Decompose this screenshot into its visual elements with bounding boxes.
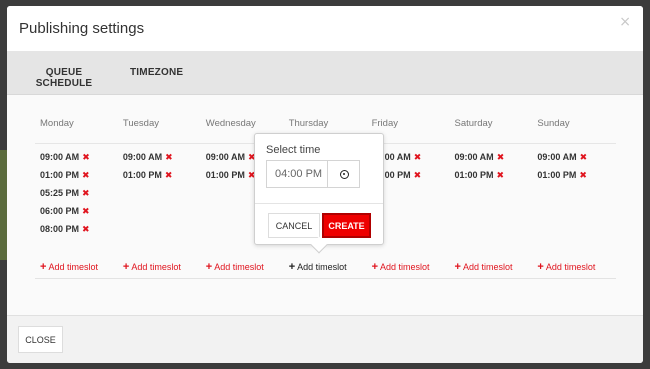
timeslot-list: 09:00 AM ✖ 01:00 PM ✖	[123, 152, 173, 188]
timeslot: 09:00 AM ✖	[40, 152, 90, 170]
add-timeslot-link[interactable]: + Add timeslot	[537, 261, 595, 273]
day-column: Monday 09:00 AM ✖ 01:00 PM ✖ 05:25 PM ✖ 06:00 P…	[35, 111, 117, 279]
clock-icon	[340, 170, 349, 179]
timeslot-list: 09:00 AM ✖ 01:00 PM ✖ 05:25 PM ✖ 06:00 PM ✖ 08:0…	[40, 152, 90, 242]
day-column: Sunday 09:00 AM ✖ 01:00 PM ✖ + Add timeslot	[532, 111, 614, 279]
modal-header: Publishing settings ×	[7, 6, 643, 51]
timeslot-time: 09:00 AM	[40, 152, 80, 162]
plus-icon: +	[454, 261, 461, 273]
plus-icon: +	[371, 261, 379, 273]
remove-timeslot-icon[interactable]: ✖	[497, 171, 505, 181]
remove-timeslot-icon[interactable]: ✖	[414, 153, 422, 163]
timeslot-time: 05:25 PM	[40, 188, 80, 198]
timeslot-time: 01:00 PM	[205, 170, 245, 180]
select-time-popover: Select time 04:00 PM CANCEL CREATE	[254, 133, 384, 254]
timeslot: 06:00 PM ✖	[40, 206, 90, 224]
remove-timeslot-icon[interactable]: ✖	[82, 225, 90, 235]
timeslot-list: 09:00 AM ✖ 01:00 PM ✖	[206, 152, 256, 188]
time-input[interactable]: 04:00 PM	[266, 160, 328, 188]
remove-timeslot-icon[interactable]: ✖	[165, 171, 173, 181]
timeslot: 09:00 AM ✖	[123, 152, 173, 170]
remove-timeslot-icon[interactable]: ✖	[82, 153, 90, 163]
plus-icon: +	[122, 261, 130, 273]
select-time-label: Select time	[266, 144, 321, 156]
day-name: Tuesday	[122, 118, 159, 129]
timeslot-time: 09:00 AM	[122, 152, 163, 162]
remove-timeslot-icon[interactable]: ✖	[579, 171, 587, 181]
timeslot-time: 01:00 PM	[40, 170, 80, 180]
timeslot: 09:00 AM ✖	[537, 152, 587, 170]
timeslot: 01:00 PM ✖	[537, 170, 587, 188]
timeslot: 01:00 PM ✖	[206, 170, 256, 188]
cancel-button[interactable]: CANCEL	[268, 213, 320, 238]
add-timeslot-link[interactable]: + Add timeslot	[206, 261, 264, 273]
timeslot: 01:00 PM ✖	[40, 170, 90, 188]
timeslot: 09:00 AM ✖	[206, 152, 256, 170]
timeslot: 01:00 PM ✖	[455, 170, 505, 188]
plus-icon: +	[288, 261, 296, 273]
add-timeslot-label: Add timeslot	[297, 262, 347, 272]
timeslot: 09:00 AM ✖	[455, 152, 505, 170]
timeslot-time: 01:00 PM	[122, 170, 162, 180]
add-timeslot-link[interactable]: + Add timeslot	[289, 261, 347, 273]
add-timeslot-label: Add timeslot	[131, 262, 181, 272]
modal-title: Publishing settings	[19, 20, 145, 37]
day-name: Monday	[40, 118, 74, 129]
remove-timeslot-icon[interactable]: ✖	[82, 171, 90, 181]
remove-timeslot-icon[interactable]: ✖	[580, 153, 588, 163]
timeslot-time: 06:00 PM	[40, 206, 80, 216]
add-timeslot-label: Add timeslot	[48, 262, 98, 272]
divider	[255, 203, 383, 204]
plus-icon: +	[40, 261, 47, 273]
modal-footer: CLOSE	[7, 315, 643, 363]
add-timeslot-label: Add timeslot	[545, 262, 596, 272]
plus-icon: +	[205, 261, 213, 273]
timeslot-time: 09:00 AM	[537, 152, 577, 162]
timeslot: 08:00 PM ✖	[40, 224, 90, 242]
add-timeslot-label: Add timeslot	[462, 262, 513, 272]
create-button[interactable]: CREATE	[322, 213, 371, 238]
timeslot: 01:00 PM ✖	[123, 170, 173, 188]
day-name: Thursday	[288, 118, 329, 129]
remove-timeslot-icon[interactable]: ✖	[82, 189, 90, 199]
timeslot-time: 01:00 PM	[454, 170, 494, 180]
timeslot-time: 08:00 PM	[40, 224, 80, 234]
add-timeslot-link[interactable]: + Add timeslot	[455, 261, 513, 273]
day-name: Friday	[371, 118, 398, 129]
remove-timeslot-icon[interactable]: ✖	[414, 171, 422, 181]
plus-icon: +	[537, 261, 544, 273]
close-icon[interactable]: ×	[619, 14, 631, 30]
day-name: Wednesday	[205, 118, 256, 129]
timeslot-time: 09:00 AM	[205, 152, 245, 162]
remove-timeslot-icon[interactable]: ✖	[82, 207, 90, 217]
publishing-settings-modal: Publishing settings × QUEUE SCHEDULE TIM…	[7, 6, 643, 363]
add-timeslot-link[interactable]: + Add timeslot	[40, 261, 98, 273]
tabs-bar: QUEUE SCHEDULE TIMEZONE	[7, 51, 643, 102]
tab-timezone[interactable]: TIMEZONE	[130, 67, 183, 78]
timeslot: 05:25 PM ✖	[40, 188, 90, 206]
close-button[interactable]: CLOSE	[18, 326, 63, 353]
clock-button[interactable]	[327, 160, 360, 188]
remove-timeslot-icon[interactable]: ✖	[165, 153, 173, 163]
timeslot-time: 09:00 AM	[454, 152, 494, 162]
add-timeslot-link[interactable]: + Add timeslot	[372, 261, 430, 273]
day-column: Tuesday 09:00 AM ✖ 01:00 PM ✖ + Add timeslot	[118, 111, 200, 279]
timeslot-list: 09:00 AM ✖ 01:00 PM ✖	[455, 152, 505, 188]
add-timeslot-label: Add timeslot	[214, 262, 264, 272]
add-timeslot-label: Add timeslot	[380, 262, 430, 272]
timeslot-list: 09:00 AM ✖ 01:00 PM ✖	[537, 152, 587, 188]
timeslot-time: 01:00 PM	[537, 170, 577, 180]
day-name: Sunday	[537, 118, 570, 129]
day-name: Saturday	[454, 118, 493, 129]
add-timeslot-link[interactable]: + Add timeslot	[123, 261, 181, 273]
remove-timeslot-icon[interactable]: ✖	[497, 153, 505, 163]
day-column: Saturday 09:00 AM ✖ 01:00 PM ✖ + Add timeslot	[450, 111, 532, 279]
